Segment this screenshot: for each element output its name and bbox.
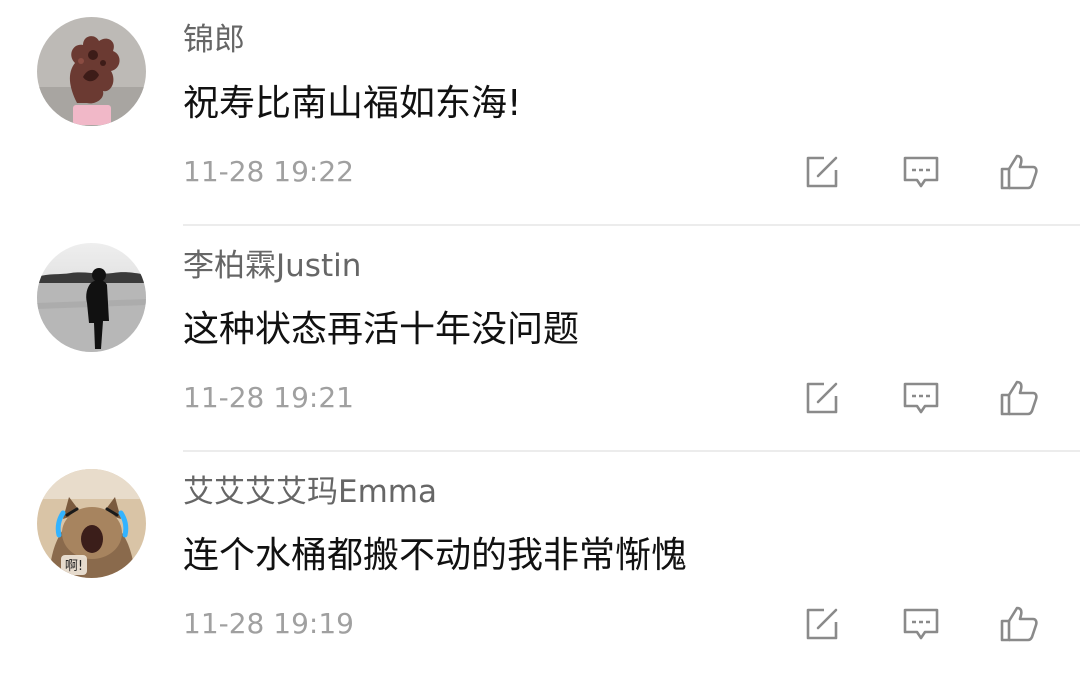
comment-text: 连个水桶都搬不动的我非常惭愧	[183, 535, 688, 576]
share-icon	[806, 156, 838, 188]
username[interactable]: 艾艾艾艾玛Emma	[183, 472, 437, 512]
share-button[interactable]	[800, 150, 844, 194]
reply-button[interactable]	[899, 602, 943, 646]
avatar-caption: 啊!	[65, 559, 83, 574]
timestamp: 11-28 19:21	[183, 381, 354, 414]
comment-item: 啊! 艾艾艾艾玛Emma 连个水桶都搬不动的我非常惭愧 11-28 19:19	[0, 452, 1080, 678]
username[interactable]: 锦郎	[183, 20, 245, 60]
comment-icon	[903, 156, 939, 188]
username[interactable]: 李柏霖Justin	[183, 246, 361, 286]
timestamp: 11-28 19:19	[183, 607, 354, 640]
like-button[interactable]	[997, 376, 1041, 420]
reply-button[interactable]	[899, 150, 943, 194]
share-icon	[806, 608, 838, 640]
comment-icon	[903, 382, 939, 414]
thumbs-up-icon	[1000, 154, 1038, 190]
silhouette-man-avatar	[37, 243, 146, 352]
like-button[interactable]	[997, 150, 1041, 194]
avatar[interactable]	[37, 17, 146, 126]
thumbs-up-icon	[1000, 606, 1038, 642]
rock-sculpture-avatar	[37, 17, 146, 126]
thumbs-up-icon	[1000, 380, 1038, 416]
comment-item: 李柏霖Justin 这种状态再活十年没问题 11-28 19:21	[0, 226, 1080, 452]
like-button[interactable]	[997, 602, 1041, 646]
crying-cat-avatar: 啊!	[37, 469, 146, 578]
timestamp: 11-28 19:22	[183, 155, 354, 188]
reply-button[interactable]	[899, 376, 943, 420]
share-button[interactable]	[800, 602, 844, 646]
avatar[interactable]: 啊!	[37, 469, 146, 578]
share-button[interactable]	[800, 376, 844, 420]
comment-item: 锦郎 祝寿比南山福如东海! 11-28 19:22	[0, 0, 1080, 226]
comment-text: 这种状态再活十年没问题	[183, 309, 580, 350]
comment-icon	[903, 608, 939, 640]
avatar[interactable]	[37, 243, 146, 352]
share-icon	[806, 382, 838, 414]
comment-text: 祝寿比南山福如东海!	[183, 83, 522, 124]
